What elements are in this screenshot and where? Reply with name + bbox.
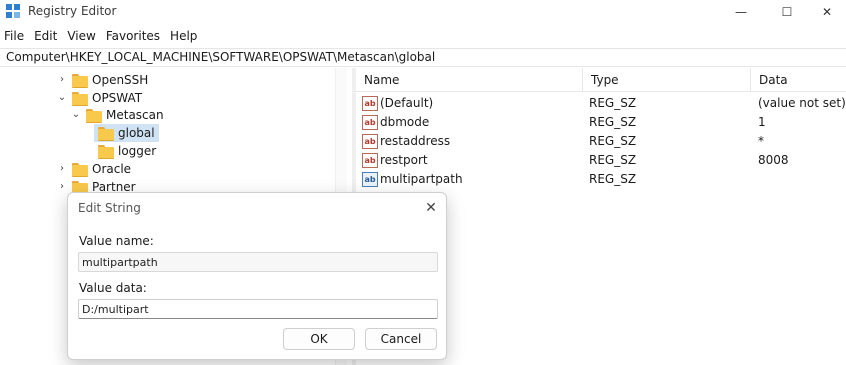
value-type: REG_SZ: [589, 172, 637, 186]
menu-view[interactable]: View: [62, 27, 100, 45]
folder-icon: [72, 162, 88, 177]
menu-favorites[interactable]: Favorites: [101, 27, 165, 45]
chevron-down-icon[interactable]: ⌄: [70, 109, 82, 121]
title-bar: Registry Editor — ☐ ✕: [0, 0, 846, 24]
value-data: (value not set): [758, 96, 846, 110]
chevron-right-icon[interactable]: ›: [56, 163, 68, 175]
address-bar[interactable]: Computer\HKEY_LOCAL_MACHINE\SOFTWARE\OPS…: [0, 48, 846, 67]
value-name: dbmode: [380, 115, 430, 129]
value-name-field[interactable]: [78, 252, 438, 272]
ok-button[interactable]: OK: [283, 328, 355, 350]
column-header-data[interactable]: Data: [751, 68, 846, 92]
value-name: restport: [380, 153, 428, 167]
list-row[interactable]: ab restaddress REG_SZ *: [356, 132, 846, 151]
value-data-label: Value data:: [79, 281, 147, 295]
list-header: Name Type Data: [356, 68, 846, 92]
tree-item-oracle[interactable]: › Oracle: [56, 160, 131, 178]
value-data: *: [758, 134, 764, 148]
minimize-icon: —: [735, 5, 747, 19]
value-data: 8008: [758, 153, 789, 167]
folder-icon: [86, 108, 102, 123]
folder-icon: [72, 91, 88, 106]
cancel-button[interactable]: Cancel: [365, 328, 437, 350]
tree-item-label: global: [118, 126, 155, 140]
folder-icon: [98, 144, 114, 159]
value-name: multipartpath: [380, 172, 463, 186]
string-value-icon: ab: [362, 134, 378, 149]
string-value-icon: ab: [362, 153, 378, 168]
value-name: (Default): [380, 96, 434, 110]
list-row[interactable]: ab (Default) REG_SZ (value not set): [356, 94, 846, 113]
menu-bar: File Edit View Favorites Help: [0, 27, 846, 45]
value-data-field[interactable]: [78, 299, 438, 319]
value-type: REG_SZ: [589, 134, 637, 148]
tree-item-label: OpenSSH: [92, 73, 149, 87]
chevron-down-icon[interactable]: ⌄: [56, 92, 68, 104]
value-type: REG_SZ: [589, 96, 637, 110]
menu-file[interactable]: File: [0, 27, 29, 45]
column-header-name[interactable]: Name: [356, 68, 583, 92]
value-type: REG_SZ: [589, 153, 637, 167]
close-icon[interactable]: ✕: [422, 199, 440, 217]
tree-item-label: OPSWAT: [92, 91, 143, 105]
maximize-icon: ☐: [781, 5, 793, 19]
string-value-icon: ab: [362, 172, 378, 187]
tree-item-logger[interactable]: logger: [94, 142, 156, 160]
column-header-type[interactable]: Type: [583, 68, 751, 92]
close-icon: ✕: [821, 5, 833, 19]
value-name-label: Value name:: [79, 234, 154, 248]
list-row[interactable]: ab multipartpath REG_SZ: [356, 170, 846, 189]
menu-edit[interactable]: Edit: [29, 27, 62, 45]
value-data: 1: [758, 115, 766, 129]
value-name: restaddress: [380, 134, 451, 148]
string-value-icon: ab: [362, 96, 378, 111]
tree-item-global[interactable]: global: [94, 124, 159, 142]
chevron-right-icon[interactable]: ›: [56, 74, 68, 86]
tree-item-label: Oracle: [92, 162, 132, 176]
tree-item-label: logger: [118, 144, 157, 158]
tree-item-opswat[interactable]: ⌄ OPSWAT: [56, 89, 142, 107]
folder-icon: [98, 126, 114, 141]
tree-item-openssh[interactable]: › OpenSSH: [56, 71, 148, 89]
minimize-button[interactable]: —: [718, 0, 764, 24]
chevron-right-icon[interactable]: ›: [56, 181, 68, 193]
string-value-icon: ab: [362, 115, 378, 130]
folder-icon: [72, 73, 88, 88]
close-window-button[interactable]: ✕: [804, 0, 846, 24]
edit-string-dialog: Edit String ✕ Value name: Value data: OK…: [67, 192, 447, 360]
list-row[interactable]: ab dbmode REG_SZ 1: [356, 113, 846, 132]
menu-help[interactable]: Help: [165, 27, 202, 45]
list-row[interactable]: ab restport REG_SZ 8008: [356, 151, 846, 170]
registry-editor-icon: [6, 4, 20, 18]
dialog-title: Edit String: [78, 201, 141, 215]
window-title: Registry Editor: [28, 4, 117, 18]
tree-item-label: Metascan: [106, 108, 164, 122]
value-type: REG_SZ: [589, 115, 637, 129]
tree-item-metascan[interactable]: ⌄ Metascan: [70, 106, 164, 124]
